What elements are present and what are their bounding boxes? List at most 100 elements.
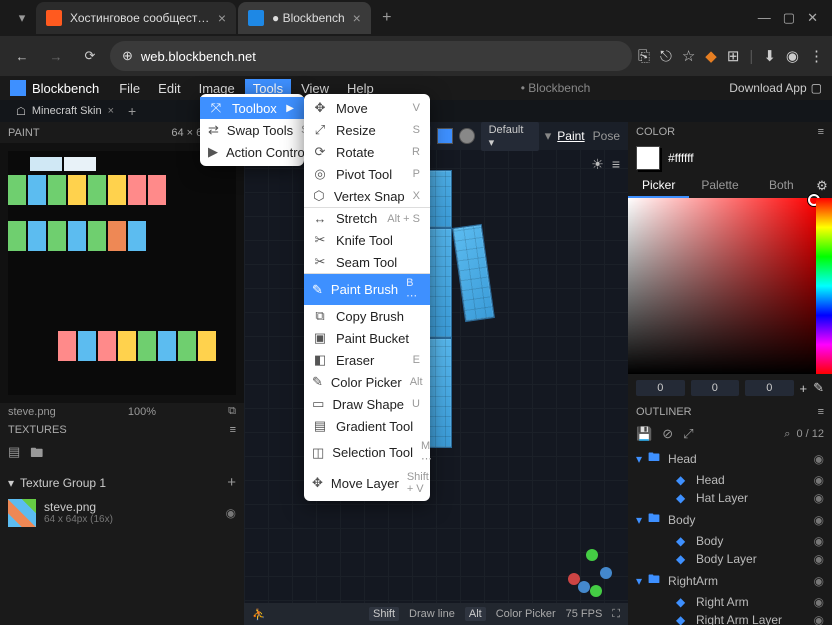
menu-file[interactable]: File — [111, 79, 148, 98]
extensions-icon[interactable]: ⊞ — [727, 47, 740, 65]
tool-paint-bucket[interactable]: ▣Paint Bucket — [304, 327, 430, 349]
shape-swatch[interactable] — [459, 128, 475, 144]
browser-tab-1[interactable]: ● Blockbench × — [238, 2, 371, 34]
outliner-cube-right-arm[interactable]: ◆Right Arm◉ — [628, 593, 832, 611]
tool-selection-tool[interactable]: ◫Selection ToolM ⋯ — [304, 437, 430, 468]
translate-icon[interactable]: ⎋ — [660, 48, 672, 65]
minimize-button[interactable]: — — [758, 10, 771, 26]
tool-vertex-snap[interactable]: ⬡Vertex SnapX — [304, 185, 430, 208]
layers-icon[interactable]: ⧉ — [228, 405, 236, 418]
visibility-icon[interactable]: ◉ — [814, 513, 824, 527]
eyedropper-icon[interactable]: ✎ — [813, 380, 824, 396]
texture-preview[interactable] — [0, 143, 244, 403]
hide-icon[interactable]: ⊘ — [662, 426, 673, 442]
tool-eraser[interactable]: ◧EraserE — [304, 349, 430, 371]
visibility-icon[interactable]: ◉ — [814, 613, 824, 625]
viewport-canvas[interactable]: ☀ ≡ ⛹ — [244, 150, 628, 625]
download-app-button[interactable]: Download App ▢ — [729, 81, 822, 95]
tab-picker[interactable]: Picker — [628, 174, 689, 198]
tool-copy-brush[interactable]: ⧉Copy Brush — [304, 305, 430, 327]
tool-rotate[interactable]: ⟳RotateR — [304, 141, 430, 163]
outliner-cube-head[interactable]: ◆Head◉ — [628, 471, 832, 489]
menu-icon[interactable]: ≡ — [818, 126, 824, 138]
tab-both[interactable]: Both — [751, 174, 812, 198]
gear-icon[interactable]: ⚙ — [812, 178, 832, 194]
new-project-button[interactable]: + — [128, 103, 136, 119]
reload-button[interactable]: ⟳ — [76, 42, 104, 70]
app-logo[interactable]: Blockbench — [10, 80, 99, 96]
visibility-icon[interactable]: ◉ — [814, 452, 824, 466]
project-tab[interactable]: ☖ Minecraft Skin × — [8, 105, 122, 118]
back-button[interactable]: ← — [8, 42, 36, 70]
mode-paint[interactable]: Paint — [557, 129, 584, 143]
expand-icon[interactable]: ⤢ — [683, 426, 693, 442]
light-icon[interactable]: ☀ — [591, 156, 604, 173]
forward-button[interactable]: → — [42, 42, 70, 70]
tool-paint-brush[interactable]: ✎Paint BrushB ⋯ — [304, 274, 430, 305]
address-bar[interactable]: ⊕ web.blockbench.net — [110, 41, 632, 71]
search-icon[interactable]: ⌕ — [784, 428, 790, 441]
tool-move-layer[interactable]: ✥Move LayerShift + V — [304, 468, 430, 498]
visibility-icon[interactable]: ◉ — [814, 595, 824, 609]
rgb-r[interactable]: 0 — [636, 380, 685, 396]
outliner-cube-body-layer[interactable]: ◆Body Layer◉ — [628, 550, 832, 568]
color-picker[interactable] — [628, 198, 832, 374]
current-color-swatch[interactable] — [636, 146, 660, 170]
tab-palette[interactable]: Palette — [689, 174, 750, 198]
downloads-icon[interactable]: ⬇ — [763, 47, 776, 65]
tool-draw-shape[interactable]: ▭Draw ShapeU — [304, 393, 430, 415]
chevron-down-icon[interactable]: ▾ — [545, 128, 552, 144]
color-swatch[interactable] — [437, 128, 453, 144]
tool-seam-tool[interactable]: ✂Seam Tool — [304, 251, 430, 274]
menu-item-action-control[interactable]: ▶Action Control — [200, 141, 304, 163]
rgb-b[interactable]: 0 — [745, 380, 794, 396]
tool-resize[interactable]: ⤢ResizeS — [304, 119, 430, 141]
tool-move[interactable]: ✥MoveV — [304, 97, 430, 119]
close-icon[interactable]: × — [353, 10, 361, 26]
standing-icon[interactable]: ⛹ — [252, 608, 266, 621]
profile-icon[interactable]: ◉ — [786, 47, 799, 65]
outliner-cube-body[interactable]: ◆Body◉ — [628, 532, 832, 550]
save-icon[interactable]: 💾 — [636, 426, 652, 442]
visibility-icon[interactable]: ◉ — [814, 491, 824, 505]
menu-item-toolbox[interactable]: ⤧Toolbox▶ — [200, 97, 304, 119]
outliner-folder-head[interactable]: ▾🖿Head◉ — [628, 446, 832, 471]
outliner-folder-rightarm[interactable]: ▾🖿RightArm◉ — [628, 568, 832, 593]
menu-icon[interactable]: ≡ — [612, 156, 620, 173]
menu-icon[interactable]: ≡ — [230, 424, 236, 436]
add-icon[interactable]: + — [227, 474, 236, 491]
brush-preset[interactable]: Default ▾ — [481, 122, 539, 151]
hue-slider[interactable] — [816, 198, 832, 374]
tab-list-button[interactable]: ▾ — [8, 4, 36, 32]
add-color-icon[interactable]: + — [800, 381, 808, 396]
tool-pivot-tool[interactable]: ◎Pivot ToolP — [304, 163, 430, 185]
close-window-button[interactable]: ✕ — [807, 10, 818, 26]
maximize-button[interactable]: ▢ — [783, 10, 795, 26]
saturation-value-box[interactable] — [628, 198, 816, 374]
outliner-cube-hat-layer[interactable]: ◆Hat Layer◉ — [628, 489, 832, 507]
site-info-icon[interactable]: ⊕ — [122, 48, 133, 64]
menu-icon[interactable]: ⋮ — [809, 47, 824, 65]
menu-item-swap-tools[interactable]: ⇄Swap ToolsSpace — [200, 119, 304, 141]
visibility-icon[interactable]: ◉ — [814, 473, 824, 487]
menu-edit[interactable]: Edit — [150, 79, 188, 98]
extension-icon[interactable]: ◆ — [705, 47, 717, 65]
tool-gradient-tool[interactable]: ▤Gradient Tool — [304, 415, 430, 437]
rgb-g[interactable]: 0 — [691, 380, 740, 396]
import-texture-icon[interactable]: 🖿 — [30, 444, 43, 466]
visibility-icon[interactable]: ◉ — [814, 574, 824, 588]
texture-group[interactable]: ▾ Texture Group 1 + — [0, 470, 244, 495]
visibility-icon[interactable]: ◉ — [814, 552, 824, 566]
close-icon[interactable]: × — [218, 10, 226, 26]
tool-knife-tool[interactable]: ✂Knife Tool — [304, 229, 430, 251]
expand-icon[interactable]: ⛶ — [612, 608, 620, 621]
mode-pose[interactable]: Pose — [593, 129, 620, 143]
color-hex-input[interactable]: #ffffff — [668, 151, 694, 165]
tool-stretch[interactable]: ↔StretchAlt + S — [304, 208, 430, 229]
bookmark-icon[interactable]: ☆ — [682, 47, 695, 65]
visibility-icon[interactable]: ◉ — [226, 506, 236, 520]
browser-tab-0[interactable]: Хостинговое сообщество «Tin × — [36, 2, 236, 34]
menu-icon[interactable]: ≡ — [818, 406, 824, 418]
add-texture-icon[interactable]: ▤ — [8, 444, 20, 466]
tool-color-picker[interactable]: ✎Color PickerAlt — [304, 371, 430, 393]
